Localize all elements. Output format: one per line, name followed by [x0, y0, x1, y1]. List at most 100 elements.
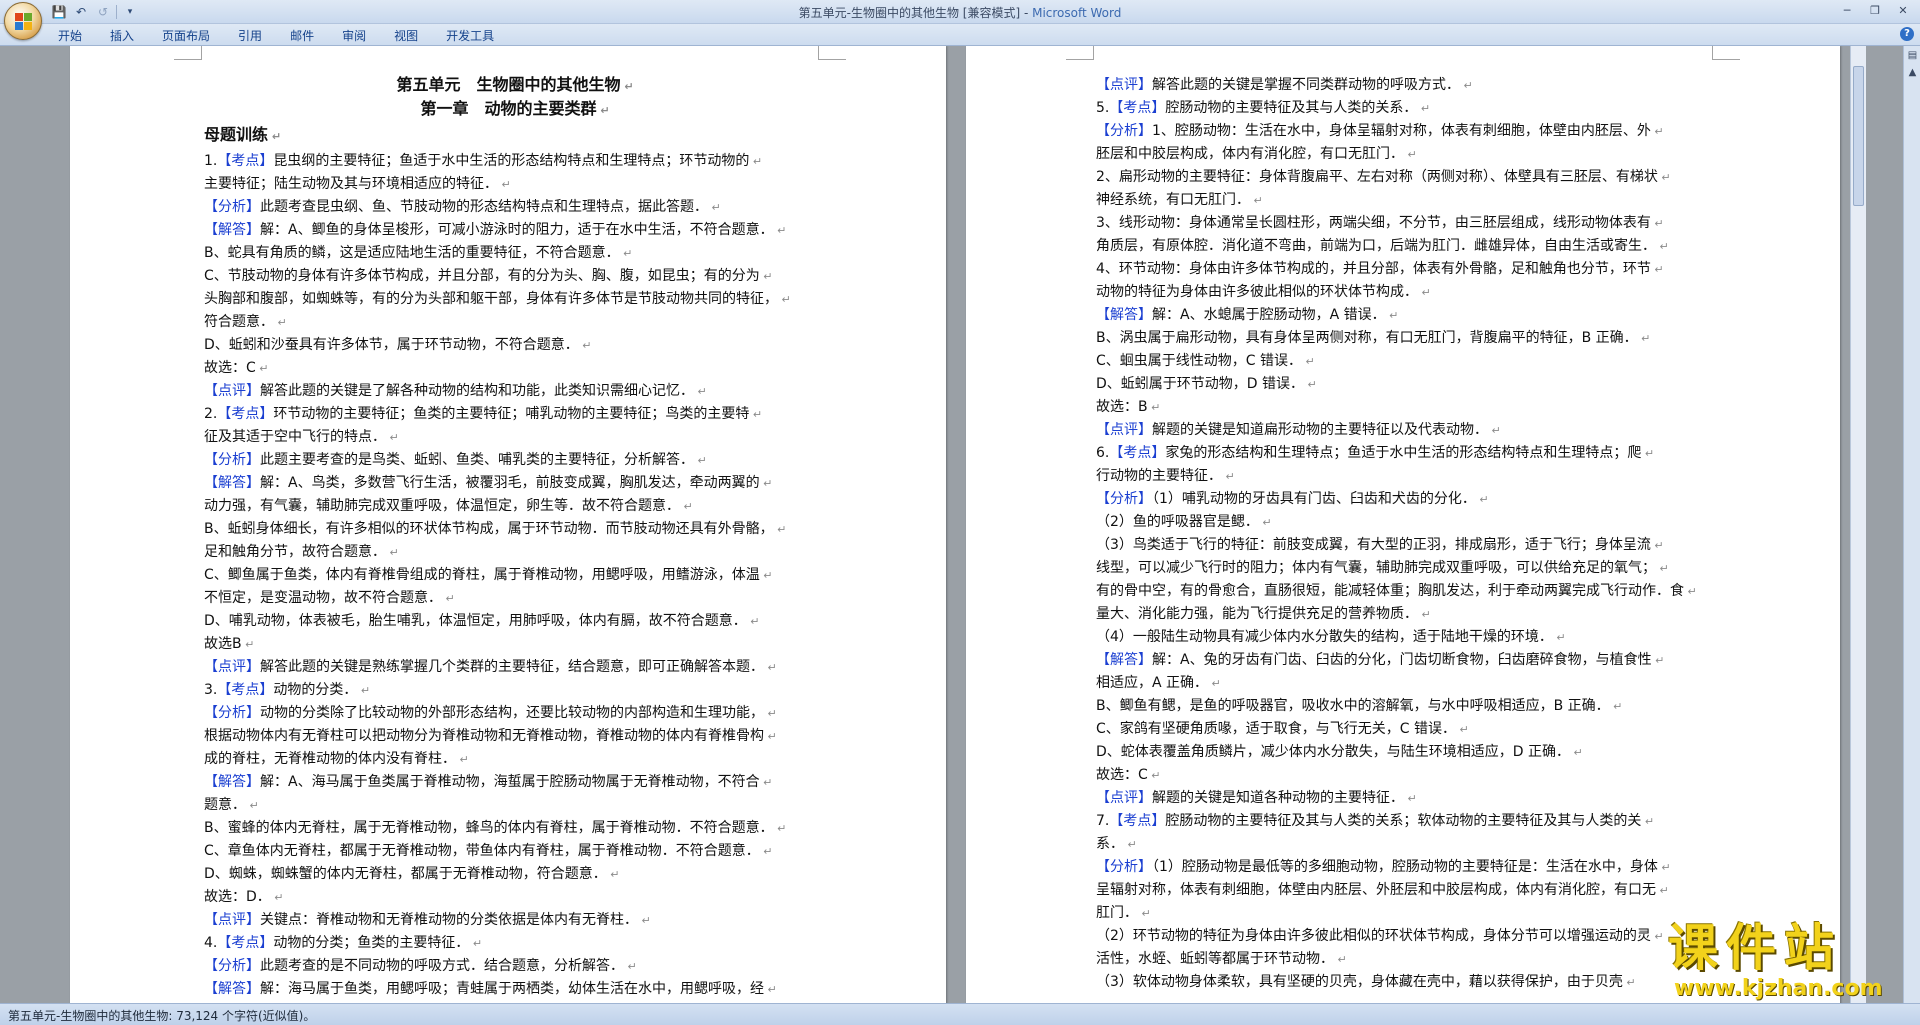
document-line[interactable]: 【点评】解答此题的关键是掌握不同类群动物的呼吸方式． ↵	[1096, 74, 1708, 97]
document-line[interactable]: （3）软体动物身体柔软，具有坚硬的贝壳，身体藏在壳中，藉以获得保护，由于贝壳 ↵	[1096, 971, 1708, 994]
scroll-up-icon[interactable]: ▲	[1905, 65, 1920, 80]
document-line[interactable]: 5.【考点】腔肠动物的主要特征及其与人类的关系． ↵	[1096, 97, 1708, 120]
document-line[interactable]: （3）鸟类适于飞行的特征：前肢变成翼，有大型的正羽，排成扇形，适于飞行；身体呈流…	[1096, 534, 1708, 557]
document-line[interactable]: 题意． ↵	[204, 794, 826, 817]
document-line[interactable]: 不恒定，是变温动物，故不符合题意． ↵	[204, 587, 826, 610]
document-line[interactable]: 符合题意． ↵	[204, 311, 826, 334]
document-line[interactable]: 【分析】（1）腔肠动物是最低等的多细胞动物，腔肠动物的主要特征是：生活在水中，身…	[1096, 856, 1708, 879]
document-line[interactable]: B、蜜蜂的体内无脊柱，属于无脊椎动物，蜂鸟的体内有脊柱，属于脊椎动物．不符合题意…	[204, 817, 826, 840]
document-line[interactable]: 故选：C ↵	[1096, 764, 1708, 787]
scrollbar-thumb[interactable]	[1853, 66, 1864, 206]
document-line[interactable]: 系． ↵	[1096, 833, 1708, 856]
document-line[interactable]: 【点评】解答此题的关键是熟练掌握几个类群的主要特征，结合题意，即可正确解答本题．…	[204, 656, 826, 679]
document-line[interactable]: C、蛔虫属于线性动物，C 错误． ↵	[1096, 350, 1708, 373]
document-line[interactable]: 【点评】关键点：脊椎动物和无脊椎动物的分类依据是体内有无脊柱． ↵	[204, 909, 826, 932]
ruler-toggle-icon[interactable]: ▤	[1905, 48, 1920, 63]
document-line[interactable]: C、章鱼体内无脊柱，都属于无脊椎动物，带鱼体内有脊柱，属于脊椎动物．不符合题意．…	[204, 840, 826, 863]
document-page-1[interactable]: 第五单元 生物圈中的其他生物 ↵ 第一章 动物的主要类群 ↵ 母题训练 ↵ 1.【考点…	[70, 46, 946, 1003]
document-line[interactable]: 行动物的主要特征． ↵	[1096, 465, 1708, 488]
document-line[interactable]: 活性，水蛭、蚯蚓等都属于环节动物． ↵	[1096, 948, 1708, 971]
tab-review[interactable]: 审阅	[342, 28, 380, 44]
document-line[interactable]: 4、环节动物：身体由许多体节构成的，并且分部，体表有外骨骼，足和触角也分节，环节…	[1096, 258, 1708, 281]
tab-developer[interactable]: 开发工具	[446, 28, 508, 44]
tab-insert[interactable]: 插入	[110, 28, 148, 44]
document-line[interactable]: 动力强，有气囊，辅助肺完成双重呼吸，体温恒定，卵生等．故不符合题意． ↵	[204, 495, 826, 518]
document-line[interactable]: 故选：C ↵	[204, 357, 826, 380]
document-line[interactable]: 【分析】此题主要考查的是鸟类、蚯蚓、鱼类、哺乳类的主要特征，分析解答． ↵	[204, 449, 826, 472]
document-line[interactable]: 第一章 动物的主要类群 ↵	[204, 98, 826, 122]
document-line[interactable]: 有的骨中空，有的骨愈合，直肠很短，能减轻体重；胸肌发达，利于牵动两翼完成飞行动作…	[1096, 580, 1708, 603]
document-line[interactable]: 【解答】解：A、海马属于鱼类属于脊椎动物，海蜇属于腔肠动物属于无脊椎动物，不符合…	[204, 771, 826, 794]
document-line[interactable]: 主要特征；陆生动物及其与环境相适应的特征． ↵	[204, 173, 826, 196]
document-line[interactable]: 根据动物体内有无脊柱可以把动物分为脊椎动物和无脊椎动物，脊椎动物的体内有脊椎骨构…	[204, 725, 826, 748]
document-page-2[interactable]: 【点评】解答此题的关键是掌握不同类群动物的呼吸方式． ↵ 5.【考点】腔肠动物的主…	[966, 46, 1840, 1003]
document-line[interactable]: 征及其适于空中飞行的特点． ↵	[204, 426, 826, 449]
document-line[interactable]: 6.【考点】家兔的形态结构和生理特点；鱼适于水中生活的形态结构特点和生理特点；爬…	[1096, 442, 1708, 465]
document-line[interactable]: 3.【考点】动物的分类． ↵	[204, 679, 826, 702]
document-line[interactable]: 7.【考点】腔肠动物的主要特征及其与人类的关系；软体动物的主要特征及其与人类的关…	[1096, 810, 1708, 833]
document-line[interactable]: 【解答】解：A、鸟类，多数营飞行生活，被覆羽毛，前肢变成翼，胸肌发达，牵动两翼的…	[204, 472, 826, 495]
document-line[interactable]: 故选：D． ↵	[204, 886, 826, 909]
document-line[interactable]: 【解答】解：A、鲫鱼的身体呈梭形，可减小游泳时的阻力，适于在水中生活，不符合题意…	[204, 219, 826, 242]
restore-icon[interactable]: ❐	[1862, 2, 1888, 20]
document-line[interactable]: 4.【考点】动物的分类；鱼类的主要特征． ↵	[204, 932, 826, 955]
document-line[interactable]: 【点评】解答此题的关键是了解各种动物的结构和功能，此类知识需细心记忆． ↵	[204, 380, 826, 403]
document-line[interactable]: 【点评】解题的关键是知道扁形动物的主要特征以及代表动物． ↵	[1096, 419, 1708, 442]
document-line[interactable]: 相适应，A 正确． ↵	[1096, 672, 1708, 695]
document-line[interactable]: D、蚯蚓和沙蚕具有许多体节，属于环节动物，不符合题意． ↵	[204, 334, 826, 357]
document-line[interactable]: 成的脊柱，无脊椎动物的体内没有脊柱． ↵	[204, 748, 826, 771]
document-line[interactable]: B、涡虫属于扁形动物，具有身体呈两侧对称，有口无肛门，背腹扁平的特征，B 正确．…	[1096, 327, 1708, 350]
document-line[interactable]: （2）环节动物的特征为身体由许多彼此相似的环状体节构成，身体分节可以增强运动的灵…	[1096, 925, 1708, 948]
document-line[interactable]: 【分析】动物的分类除了比较动物的外部形态结构，还要比较动物的内部构造和生理功能，…	[204, 702, 826, 725]
document-line[interactable]: 2.【考点】环节动物的主要特征；鱼类的主要特征；哺乳动物的主要特征；鸟类的主要特…	[204, 403, 826, 426]
document-line[interactable]: 胚层和中胶层构成，体内有消化腔，有口无肛门． ↵	[1096, 143, 1708, 166]
document-line[interactable]: 故选B ↵	[204, 633, 826, 656]
document-line[interactable]: D、蚯蚓属于环节动物，D 错误． ↵	[1096, 373, 1708, 396]
document-line[interactable]: D、蜘蛛，蜘蛛蟹的体内无脊柱，都属于无脊椎动物，符合题意． ↵	[204, 863, 826, 886]
tab-home[interactable]: 开始	[58, 28, 96, 44]
document-line[interactable]: 量大、消化能力强，能为飞行提供充足的营养物质． ↵	[1096, 603, 1708, 626]
document-line[interactable]: 【分析】此题考查昆虫纲、鱼、节肢动物的形态结构特点和生理特点，据此答题． ↵	[204, 196, 826, 219]
document-line[interactable]: 肛门． ↵	[1096, 902, 1708, 925]
document-line[interactable]: 【分析】此题考查的是不同动物的呼吸方式．结合题意，分析解答． ↵	[204, 955, 826, 978]
document-line[interactable]: D、蛇体表覆盖角质鳞片，减少体内水分散失，与陆生环境相适应，D 正确． ↵	[1096, 741, 1708, 764]
tab-references[interactable]: 引用	[238, 28, 276, 44]
document-line[interactable]: 【解答】解：A、兔的牙齿有门齿、臼齿的分化，门齿切断食物，臼齿磨碎食物，与植食性…	[1096, 649, 1708, 672]
document-line[interactable]: 【解答】解：A、水螅属于腔肠动物，A 错误． ↵	[1096, 304, 1708, 327]
document-line[interactable]: 【分析】（1）哺乳动物的牙齿具有门齿、臼齿和犬齿的分化． ↵	[1096, 488, 1708, 511]
document-line[interactable]: 角质层，有原体腔．消化道不弯曲，前端为口，后端为肛门．雌雄异体，自由生活或寄生．…	[1096, 235, 1708, 258]
document-line[interactable]: 神经系统，有口无肛门． ↵	[1096, 189, 1708, 212]
document-line[interactable]: 1.【考点】昆虫纲的主要特征；鱼适于水中生活的形态结构特点和生理特点；环节动物的…	[204, 150, 826, 173]
help-icon[interactable]: ?	[1900, 27, 1914, 41]
document-line[interactable]: 【解答】解：海马属于鱼类，用鳃呼吸；青蛙属于两栖类，幼体生活在水中，用鳃呼吸，经…	[204, 978, 826, 1001]
document-line[interactable]: 2、扁形动物的主要特征：身体背腹扁平、左右对称（两侧对称）、体壁具有三胚层、有梯…	[1096, 166, 1708, 189]
document-line[interactable]: （2）鱼的呼吸器官是鳃． ↵	[1096, 511, 1708, 534]
document-line[interactable]: C、家鸽有坚硬角质喙，适于取食，与飞行无关，C 错误． ↵	[1096, 718, 1708, 741]
document-line[interactable]: C、节肢动物的身体有许多体节构成，并且分部，有的分为头、胸、腹，如昆虫；有的分为…	[204, 265, 826, 288]
document-line[interactable]: 母题训练 ↵	[204, 122, 826, 150]
document-line[interactable]: （4）一般陆生动物具有减少体内水分散失的结构，适于陆地干燥的环境． ↵	[1096, 626, 1708, 649]
document-line[interactable]: B、鲫鱼有鳃，是鱼的呼吸器官，吸收水中的溶解氧，与水中呼吸相适应，B 正确． ↵	[1096, 695, 1708, 718]
tab-mailings[interactable]: 邮件	[290, 28, 328, 44]
document-line[interactable]: 3、线形动物：身体通常呈长圆柱形，两端尖细，不分节，由三胚层组成，线形动物体表有…	[1096, 212, 1708, 235]
minimize-icon[interactable]: ─	[1834, 2, 1860, 20]
tab-page-layout[interactable]: 页面布局	[162, 28, 224, 44]
page-2-text[interactable]: 【点评】解答此题的关键是掌握不同类群动物的呼吸方式． ↵ 5.【考点】腔肠动物的主…	[1096, 74, 1708, 994]
document-line[interactable]: 故选：B ↵	[1096, 396, 1708, 419]
tab-view[interactable]: 视图	[394, 28, 432, 44]
document-line[interactable]: 动物的特征为身体由许多彼此相似的环状体节构成． ↵	[1096, 281, 1708, 304]
document-line[interactable]: 线型，可以减少飞行时的阻力；体内有气囊，辅助肺完成双重呼吸，可以供给充足的氧气；…	[1096, 557, 1708, 580]
document-line[interactable]: 呈辐射对称，体表有刺细胞，体壁由内胚层、外胚层和中胶层构成，体内有消化腔，有口无…	[1096, 879, 1708, 902]
document-line[interactable]: 第五单元 生物圈中的其他生物 ↵	[204, 74, 826, 98]
word-count-status[interactable]: 第五单元-生物圈中的其他生物: 73,124 个字符(近似值)。	[8, 1007, 315, 1024]
close-icon[interactable]: ✕	[1890, 2, 1916, 20]
document-line[interactable]: 【点评】解题的关键是知道各种动物的主要特征． ↵	[1096, 787, 1708, 810]
vertical-scrollbar[interactable]	[1850, 46, 1866, 1003]
document-line[interactable]: 足和触角分节，故符合题意． ↵	[204, 541, 826, 564]
document-line[interactable]: B、蚯蚓身体细长，有许多相似的环状体节构成，属于环节动物．而节肢动物还具有外骨骼…	[204, 518, 826, 541]
document-line[interactable]: D、哺乳动物，体表被毛，胎生哺乳，体温恒定，用肺呼吸，体内有膈，故不符合题意． …	[204, 610, 826, 633]
page-1-text[interactable]: 第五单元 生物圈中的其他生物 ↵ 第一章 动物的主要类群 ↵ 母题训练 ↵ 1.【考点…	[204, 74, 826, 1001]
document-line[interactable]: C、鲫鱼属于鱼类，体内有脊椎骨组成的脊柱，属于脊椎动物，用鳃呼吸，用鳍游泳，体温…	[204, 564, 826, 587]
document-line[interactable]: B、蛇具有角质的鳞，这是适应陆地生活的重要特征，不符合题意． ↵	[204, 242, 826, 265]
document-line[interactable]: 头胸部和腹部，如蜘蛛等，有的分为头部和躯干部，身体有许多体节是节肢动物共同的特征…	[204, 288, 826, 311]
